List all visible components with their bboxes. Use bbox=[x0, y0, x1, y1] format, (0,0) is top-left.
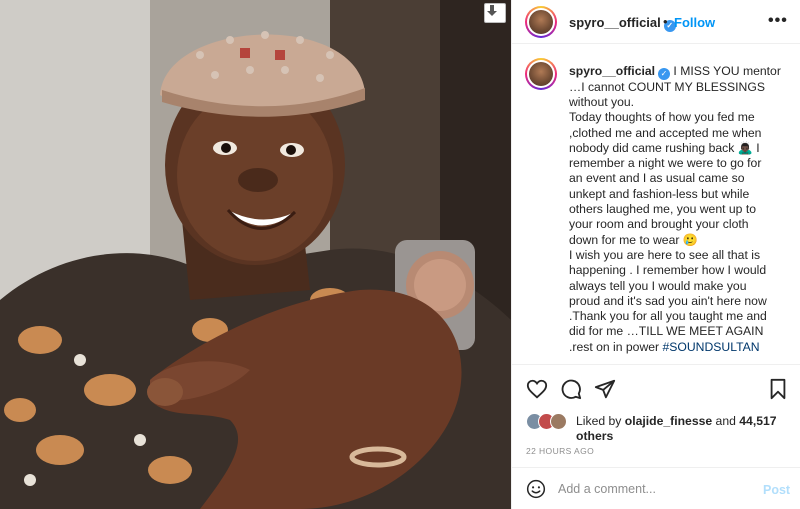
share-icon[interactable] bbox=[594, 378, 616, 400]
comment-box: Post bbox=[512, 467, 800, 509]
post-photo[interactable] bbox=[0, 0, 511, 509]
caption-line: spyro__official ✓ I MISS YOU mentor bbox=[569, 64, 781, 80]
comment-input[interactable] bbox=[558, 478, 754, 500]
heart-icon[interactable] bbox=[526, 378, 548, 400]
hashtag-link[interactable]: #SOUNDSULTAN bbox=[662, 340, 759, 354]
avatar bbox=[550, 413, 567, 430]
avatar[interactable] bbox=[525, 6, 557, 38]
caption: spyro__official ✓ I MISS YOU mentor …I ca… bbox=[512, 52, 800, 362]
avatar-image bbox=[529, 62, 553, 86]
header-username[interactable]: spyro__official ✓ bbox=[569, 15, 676, 32]
verified-badge-icon: ✓ bbox=[658, 67, 671, 80]
caption-line: remember a night we were to go for bbox=[569, 156, 762, 171]
caption-line: an event and I as usual came so bbox=[569, 171, 745, 186]
caption-line: ,clothed me and accepted me when bbox=[569, 125, 762, 140]
post-sidebar: spyro__official ✓ • Follow ••• spyro__off… bbox=[511, 0, 800, 509]
download-icon bbox=[487, 5, 497, 16]
post-header: spyro__official ✓ • Follow ••• bbox=[512, 0, 800, 44]
likes-count[interactable]: 44,517 bbox=[739, 414, 776, 428]
caption-line: without you. bbox=[569, 94, 635, 109]
caption-line: your room and brought your cloth bbox=[569, 217, 749, 232]
likes-text: Liked by olajide_finesse and 44,517 other… bbox=[576, 414, 777, 443]
portrait-illustration bbox=[0, 0, 511, 509]
bookmark-icon[interactable] bbox=[767, 378, 789, 400]
post-button[interactable]: Post bbox=[763, 483, 790, 497]
caption-line: always tell you I would make you bbox=[569, 278, 747, 293]
caption-line: happening . I remember how I would bbox=[569, 263, 767, 278]
caption-line: I wish you are here to see all that is bbox=[569, 247, 761, 262]
caption-line: did for me …TILL WE MEET AGAIN bbox=[569, 324, 764, 339]
caption-line: …I cannot COUNT MY BLESSINGS bbox=[569, 79, 765, 94]
caption-text: spyro__official ✓ I MISS YOU mentor …I ca… bbox=[569, 64, 797, 355]
liker-avatars[interactable] bbox=[526, 413, 570, 431]
comment-icon[interactable] bbox=[560, 378, 582, 400]
likes-others[interactable]: others bbox=[576, 429, 613, 443]
caption-line: .rest on in power #SOUNDSULTAN bbox=[569, 339, 760, 354]
follow-button[interactable]: Follow bbox=[674, 15, 715, 30]
caption-avatar[interactable] bbox=[525, 58, 557, 90]
avatar-image bbox=[529, 10, 553, 34]
caption-username[interactable]: spyro__official bbox=[569, 64, 655, 78]
caption-line: others laughed me, you went up to bbox=[569, 202, 756, 217]
emoji-icon[interactable] bbox=[526, 479, 546, 499]
more-options-icon[interactable]: ••• bbox=[768, 12, 788, 30]
caption-line: unkept and fashion-less but while bbox=[569, 186, 750, 201]
download-button[interactable] bbox=[484, 3, 506, 23]
username-text[interactable]: spyro__official bbox=[569, 15, 661, 30]
separator-dot: • bbox=[663, 14, 668, 29]
action-bar bbox=[512, 364, 800, 410]
post-timestamp[interactable]: 22 HOURS AGO bbox=[526, 446, 594, 456]
liker-username[interactable]: olajide_finesse bbox=[625, 414, 712, 428]
caption-line: Today thoughts of how you fed me bbox=[569, 110, 755, 125]
caption-line: nobody did came rushing back 🙇🏿‍♂️ I bbox=[569, 140, 760, 155]
caption-line: proud and it's sad you ain't here now bbox=[569, 293, 767, 308]
caption-line: .Thank you for all you taught me and bbox=[569, 309, 767, 324]
caption-line: down for me to wear 🥲 bbox=[569, 232, 698, 247]
